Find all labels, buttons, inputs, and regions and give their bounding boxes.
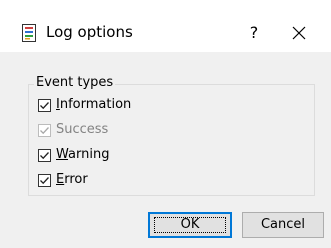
success-check-box — [38, 123, 51, 137]
dialog-title: Log options — [46, 23, 133, 41]
title-bar: Log options ? — [0, 0, 331, 52]
error-check-box[interactable] — [38, 173, 51, 187]
close-icon — [292, 26, 306, 40]
information-checkbox[interactable]: Information — [38, 96, 131, 114]
ok-button[interactable]: OK — [148, 212, 232, 238]
success-label: Success — [56, 122, 109, 137]
event-types-label: Event types — [34, 74, 116, 92]
error-checkbox[interactable]: Error — [38, 171, 88, 189]
warning-label: Warning — [56, 147, 110, 162]
checkmark-icon — [40, 101, 49, 109]
help-button[interactable]: ? — [236, 18, 272, 48]
warning-checkbox[interactable]: Warning — [38, 146, 109, 164]
warning-check-box[interactable] — [38, 148, 51, 162]
checkmark-icon — [40, 176, 49, 184]
information-check-box[interactable] — [38, 98, 51, 112]
close-button[interactable] — [281, 18, 317, 48]
cancel-button[interactable]: Cancel — [242, 212, 324, 238]
focus-rectangle — [154, 217, 226, 233]
log-options-dialog: Log options ? Event types Information Su… — [0, 0, 331, 248]
checkmark-icon — [40, 126, 49, 134]
checkmark-icon — [40, 151, 49, 159]
error-label: Error — [56, 172, 88, 187]
success-checkbox: Success — [38, 121, 108, 139]
log-document-icon — [22, 24, 36, 42]
information-label: Information — [56, 97, 132, 112]
